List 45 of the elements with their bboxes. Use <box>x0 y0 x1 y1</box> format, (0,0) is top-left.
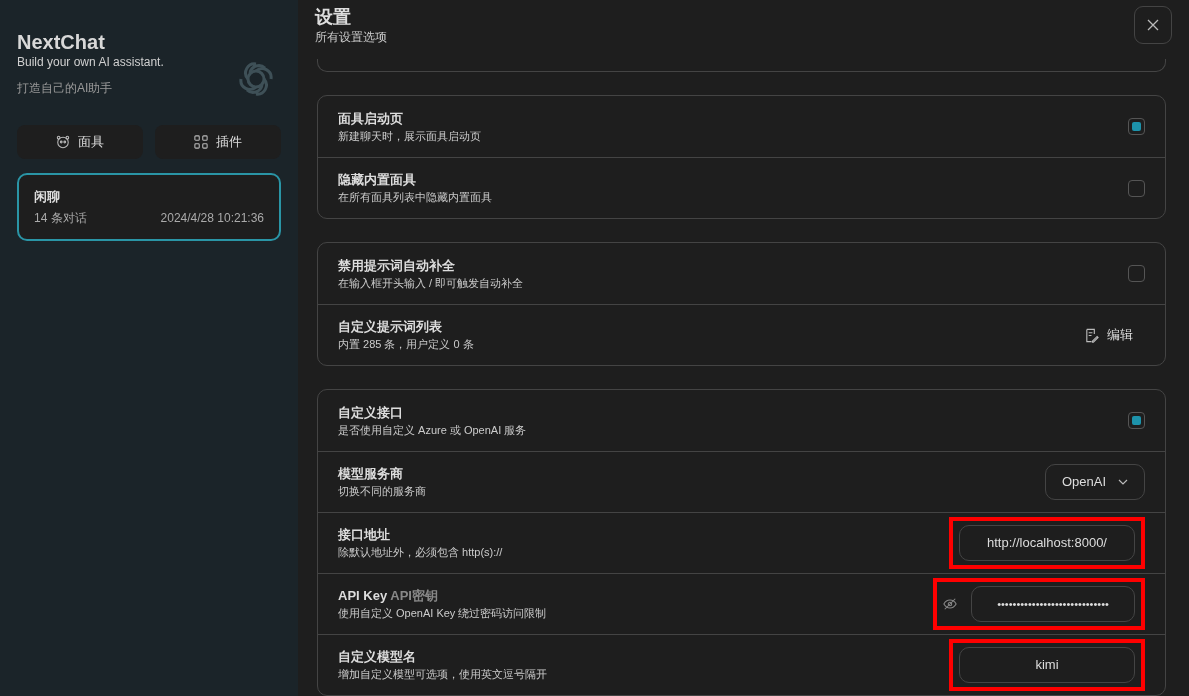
chat-item[interactable]: 闲聊 14 条对话 2024/4/28 10:21:36 <box>17 173 281 241</box>
checkbox[interactable] <box>1128 265 1145 282</box>
checkbox[interactable] <box>1128 179 1145 197</box>
provider-select[interactable]: OpenAI <box>1044 464 1145 500</box>
setting-description: 除默认地址外，必须包含 http(s):// <box>338 545 503 560</box>
setting-description: 使用自定义 OpenAI Key 绕过密码访问限制 <box>338 606 547 621</box>
setting-description: 新建聊天时，展示面具启动页 <box>338 128 481 144</box>
chat-time: 2024/4/28 10:21:36 <box>160 210 264 227</box>
setting-description: 增加自定义模型可选项，使用英文逗号隔开 <box>338 667 547 682</box>
setting-description: 切换不同的服务商 <box>338 484 426 499</box>
input-field[interactable]: kimi <box>959 647 1135 683</box>
setting-title: 模型服务商 <box>338 465 404 483</box>
plugin-button[interactable]: 插件 <box>155 125 281 159</box>
app-note: 打造自己的AI助手 <box>17 80 114 97</box>
grid-icon <box>194 135 208 149</box>
setting-title: 自定义提示词列表 <box>338 318 443 336</box>
password-field[interactable]: ••••••••••••••••••••••••••••• <box>971 586 1135 622</box>
chevron-down-icon <box>1118 479 1128 485</box>
edit-icon <box>1084 327 1099 343</box>
mask-button[interactable]: 面具 <box>17 125 143 159</box>
app-subtitle: Build your own AI assistant. <box>17 54 164 70</box>
chat-title: 闲聊 <box>34 188 61 206</box>
setting-title: 接口地址 <box>338 526 391 544</box>
page-subtitle: 所有设置选项 <box>315 29 387 46</box>
setting-title: 隐藏内置面具 <box>338 171 417 189</box>
app-title: NextChat <box>17 30 106 54</box>
setting-title: 禁用提示词自动补全 <box>338 256 456 275</box>
message-count: 14 条对话 <box>34 210 87 227</box>
setting-description: 在所有面具列表中隐藏内置面具 <box>338 190 492 205</box>
setting-title: API Key API密钥 <box>338 587 439 605</box>
close-icon <box>1147 19 1159 31</box>
page-title: 设置 <box>315 6 352 28</box>
setting-description: 在输入框开头输入 / 即可触发自动补全 <box>338 275 524 291</box>
edit-button[interactable]: 编辑 <box>1072 321 1145 349</box>
input-field[interactable]: http://localhost:8000/ <box>959 525 1135 561</box>
eye-off-icon[interactable] <box>943 597 957 611</box>
bear-face-icon <box>56 135 70 149</box>
checkbox[interactable] <box>1128 118 1145 135</box>
close-button[interactable] <box>1134 6 1172 44</box>
checkbox[interactable] <box>1128 412 1145 429</box>
setting-description: 是否使用自定义 Azure 或 OpenAI 服务 <box>338 422 527 438</box>
setting-title: 自定义模型名 <box>338 648 417 666</box>
setting-title: 自定义接口 <box>338 403 404 422</box>
setting-title: 面具启动页 <box>338 109 404 128</box>
setting-description: 内置 285 条，用户定义 0 条 <box>338 337 474 352</box>
